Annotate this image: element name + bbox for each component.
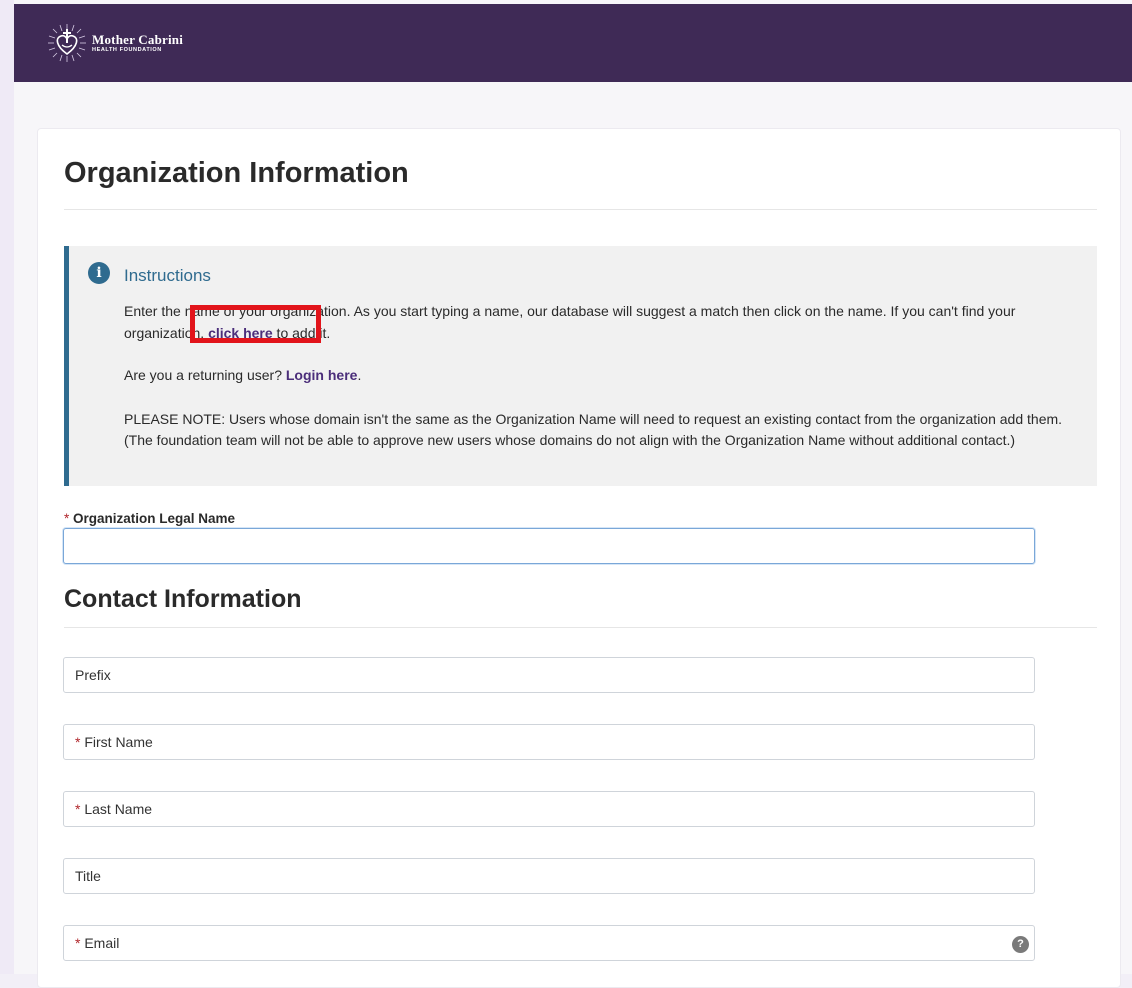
last-name-input[interactable]: * Last Name xyxy=(63,791,1035,827)
top-header: Mother Cabrini HEALTH FOUNDATION xyxy=(14,4,1132,82)
info-icon: i xyxy=(88,262,110,284)
instructions-box: i Instructions Enter the name of your or… xyxy=(64,246,1097,486)
returning-user-end: . xyxy=(357,367,362,383)
email-label: Email xyxy=(84,935,120,951)
legal-name-label-text: Organization Legal Name xyxy=(73,511,236,526)
required-star: * xyxy=(75,801,81,817)
email-input[interactable]: * Email xyxy=(63,925,1035,961)
logo-heart-cross-icon xyxy=(48,24,86,62)
instructions-text: Enter the name of your organization. As … xyxy=(124,300,1089,344)
prefix-input[interactable]: Prefix xyxy=(63,657,1035,693)
contact-divider xyxy=(64,627,1097,628)
organization-legal-name-input[interactable] xyxy=(63,528,1035,564)
add-organization-link[interactable]: click here xyxy=(208,325,273,341)
title-placeholder: Title xyxy=(75,868,101,884)
first-name-input[interactable]: * First Name xyxy=(63,724,1035,760)
title-input[interactable]: Title xyxy=(63,858,1035,894)
returning-user-text: Are you a returning user? Login here. xyxy=(124,364,1089,386)
title-divider xyxy=(64,209,1097,210)
instructions-line1-end: to add it. xyxy=(272,325,331,341)
logo[interactable]: Mother Cabrini HEALTH FOUNDATION xyxy=(48,24,183,62)
returning-user-question: Are you a returning user? xyxy=(124,367,286,383)
first-name-placeholder: * First Name xyxy=(75,734,153,750)
left-strip xyxy=(0,0,14,974)
logo-name: Mother Cabrini xyxy=(92,31,184,47)
first-name-label: First Name xyxy=(84,734,153,750)
email-placeholder: * Email xyxy=(75,935,119,951)
last-name-placeholder: * Last Name xyxy=(75,801,152,817)
required-star: * xyxy=(75,935,81,951)
please-note-text: PLEASE NOTE: Users whose domain isn't th… xyxy=(124,411,1063,448)
required-star: * xyxy=(64,511,70,526)
legal-name-label: * Organization Legal Name xyxy=(64,511,235,526)
login-link[interactable]: Login here xyxy=(286,367,358,383)
prefix-placeholder: Prefix xyxy=(75,667,111,683)
contact-section-title: Contact Information xyxy=(64,585,302,613)
form-card: Organization Information i Instructions … xyxy=(37,128,1121,988)
last-name-label: Last Name xyxy=(84,801,153,817)
instructions-title: Instructions xyxy=(124,266,211,285)
email-help-icon[interactable]: ? xyxy=(1012,936,1029,953)
organization-section-title: Organization Information xyxy=(64,157,409,189)
logo-subtitle: HEALTH FOUNDATION xyxy=(92,46,162,53)
required-star: * xyxy=(75,734,81,750)
